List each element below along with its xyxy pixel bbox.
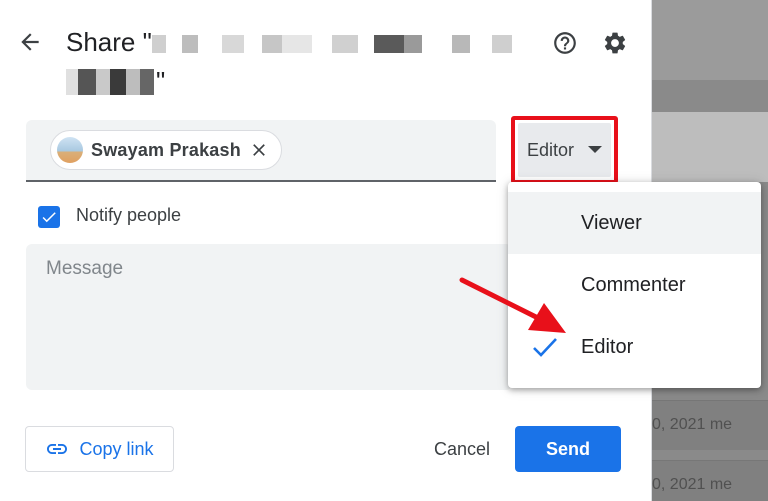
role-menu-item-editor[interactable]: Editor: [508, 316, 761, 378]
notify-people-checkbox[interactable]: [38, 206, 60, 228]
role-menu-item-commenter[interactable]: Commenter: [508, 254, 761, 316]
checkmark-icon: [533, 338, 557, 357]
message-input[interactable]: [26, 244, 512, 390]
background-row-text: 0, 2021 me: [652, 416, 733, 433]
role-menu-item-label: Commenter: [581, 273, 686, 296]
link-icon: [47, 444, 68, 454]
arrow-back-icon: [21, 33, 39, 51]
help-button[interactable]: [550, 28, 580, 58]
dialog-title-line2: ": [66, 66, 165, 97]
role-label: Editor: [526, 139, 575, 160]
remove-person-button[interactable]: [249, 140, 269, 160]
copy-link-label: Copy link: [79, 438, 154, 459]
role-menu-item-label: Viewer: [581, 211, 642, 234]
person-chip-name: Swayam Prakash: [91, 139, 241, 160]
role-menu-item-viewer[interactable]: Viewer: [508, 192, 761, 254]
send-button[interactable]: Send: [515, 426, 621, 472]
back-button[interactable]: [16, 28, 44, 56]
caret-down-icon: [588, 146, 603, 153]
redacted-filename-part: [66, 68, 154, 95]
role-dropdown-inner: Editor: [518, 123, 611, 177]
background-file-row: 0, 2021 me: [652, 400, 768, 450]
person-chip[interactable]: Swayam Prakash: [50, 130, 282, 170]
title-suffix: ": [156, 66, 166, 96]
checkmark-icon: [42, 212, 56, 223]
background-document-preview: [652, 112, 768, 182]
cancel-button[interactable]: Cancel: [418, 428, 506, 470]
role-menu: Viewer Commenter Editor: [508, 182, 761, 388]
dialog-title: Share ": [66, 27, 532, 58]
background-header: [652, 0, 768, 80]
gear-icon: [604, 32, 626, 54]
close-icon: [253, 144, 265, 156]
avatar: [57, 137, 83, 163]
settings-button[interactable]: [600, 28, 630, 58]
background-file-row: 0, 2021 me: [652, 460, 768, 501]
help-circle-icon: [554, 32, 576, 54]
copy-link-button[interactable]: Copy link: [25, 426, 174, 472]
add-people-field[interactable]: Swayam Prakash: [26, 120, 496, 182]
role-menu-item-label: Editor: [581, 335, 634, 358]
background-row-text: 0, 2021 me: [652, 476, 733, 493]
redacted-filename: [151, 35, 532, 54]
notify-people-label: Notify people: [76, 205, 182, 225]
title-prefix: Share ": [66, 27, 152, 57]
role-dropdown-button[interactable]: Editor: [511, 116, 618, 184]
